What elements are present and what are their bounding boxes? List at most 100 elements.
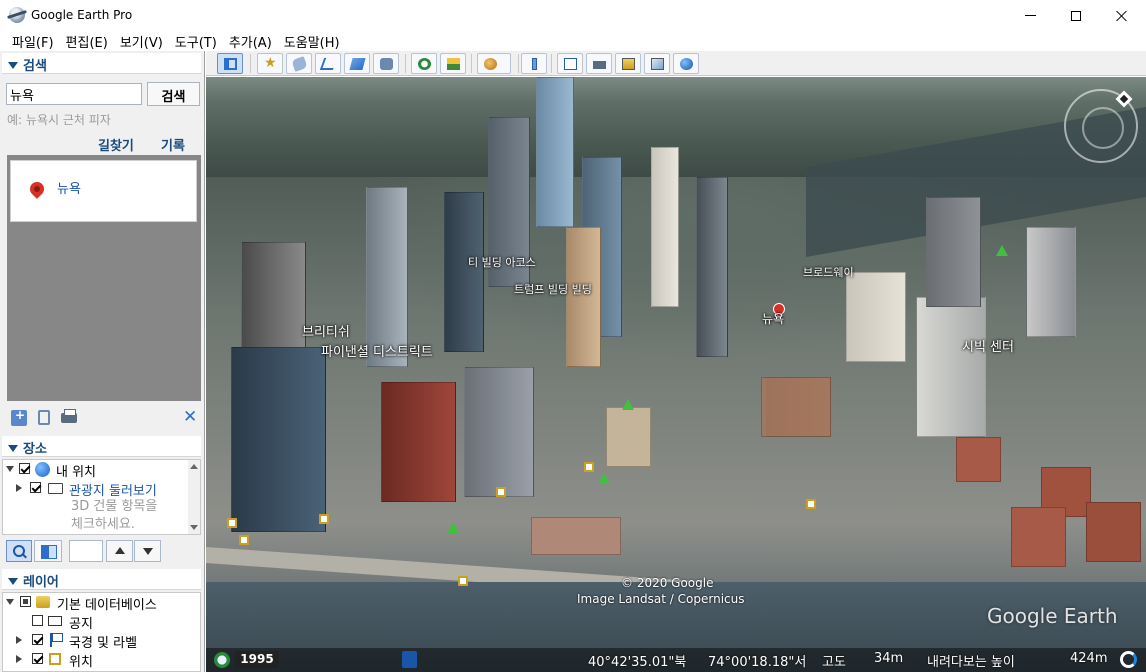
latitude-readout: 40°42'35.01"북: [588, 655, 687, 670]
maximize-button[interactable]: [1053, 0, 1099, 31]
menu-help[interactable]: 도움말(H): [278, 31, 346, 51]
expand-arrow-icon[interactable]: [16, 484, 22, 492]
menu-tools[interactable]: 도구(T): [169, 31, 223, 51]
poi-icon[interactable]: [806, 499, 816, 509]
add-image-overlay-button[interactable]: [344, 53, 370, 74]
search-places-button[interactable]: [6, 540, 32, 562]
park-icon[interactable]: [996, 245, 1008, 256]
places-scrollbar[interactable]: [188, 460, 200, 534]
building: [366, 187, 408, 367]
print-button[interactable]: [586, 53, 612, 74]
ruler-button[interactable]: [521, 53, 547, 74]
map-label[interactable]: 티 빌딩 아코스: [468, 254, 536, 270]
print-icon[interactable]: [61, 409, 77, 423]
map-label[interactable]: 브리티쉬: [302, 321, 350, 340]
park-icon[interactable]: [622, 399, 634, 410]
toggle-panel-button[interactable]: [34, 540, 62, 562]
map-3d-view[interactable]: 티 빌딩 아코스 트럼프 빌딩 빌딩 브리티쉬 파이낸셜 디스트릭트 시빅 센터…: [206, 77, 1146, 672]
search-button[interactable]: 검색: [147, 82, 200, 106]
places-toolbar: [2, 539, 201, 564]
add-to-places-icon[interactable]: [11, 408, 27, 426]
places-section-header[interactable]: 장소: [2, 436, 201, 457]
search-result-label[interactable]: 뉴욕: [57, 178, 81, 197]
notices-checkbox[interactable]: [32, 615, 43, 626]
save-image-button[interactable]: [615, 53, 641, 74]
placemark-label[interactable]: 뉴욕: [762, 310, 784, 327]
park-icon[interactable]: [598, 473, 610, 484]
sightseeing-note-line: 3D 건물 항목을: [71, 499, 158, 514]
save-image-icon: [622, 58, 635, 70]
building: [761, 377, 831, 437]
street-view-icon[interactable]: [402, 651, 417, 668]
tree-item-my-location[interactable]: 내 위치: [3, 461, 188, 480]
history-link[interactable]: 기록: [161, 135, 185, 154]
copyright-text: © 2020 Google: [621, 576, 714, 590]
borders-labels-checkbox[interactable]: [32, 634, 43, 645]
poi-icon[interactable]: [496, 487, 506, 497]
park-icon[interactable]: [447, 522, 459, 533]
expand-arrow-icon[interactable]: [6, 599, 14, 605]
minimize-button[interactable]: [1007, 0, 1053, 31]
close-window-button[interactable]: [1099, 0, 1145, 31]
layer-item-places[interactable]: 위치: [3, 651, 198, 670]
tree-item-label[interactable]: 관광지 둘러보기: [69, 480, 157, 499]
add-placemark-button[interactable]: ★: [257, 53, 283, 74]
tree-item-sightseeing[interactable]: 관광지 둘러보기: [3, 480, 188, 499]
historical-imagery-button[interactable]: [411, 53, 437, 74]
places-layer-checkbox[interactable]: [32, 653, 43, 664]
layer-item-primary-database[interactable]: 기본 데이터베이스: [3, 594, 198, 613]
places-filter-field[interactable]: [69, 540, 103, 562]
google-earth-watermark: Google Earth: [987, 604, 1118, 628]
menu-add[interactable]: 추가(A): [223, 31, 278, 51]
search-result-item[interactable]: 뉴욕: [10, 160, 197, 222]
add-path-button[interactable]: [315, 53, 341, 74]
email-button[interactable]: [557, 53, 583, 74]
sidebar-toggle-button[interactable]: [217, 53, 243, 74]
clear-results-icon[interactable]: ✕: [183, 407, 199, 427]
building: [1086, 502, 1141, 562]
directions-link[interactable]: 길찾기: [98, 135, 134, 154]
earth-view-button[interactable]: [673, 53, 699, 74]
move-up-button[interactable]: [106, 540, 133, 562]
map-label[interactable]: 파이낸셜 디스트릭트: [321, 341, 433, 360]
record-tour-icon: [380, 58, 393, 70]
elevation-label: 고도: [822, 655, 846, 670]
my-location-checkbox[interactable]: [19, 463, 30, 474]
poi-icon[interactable]: [458, 576, 468, 586]
toolbar-separator: [518, 54, 519, 73]
menu-file[interactable]: 파일(F): [6, 31, 60, 51]
expand-arrow-icon[interactable]: [16, 655, 22, 663]
menu-view[interactable]: 보기(V): [114, 31, 169, 51]
poi-icon[interactable]: [319, 514, 329, 524]
building: [926, 197, 981, 307]
poi-icon[interactable]: [584, 462, 594, 472]
map-label[interactable]: 트럼프 빌딩 빌딩: [514, 281, 592, 297]
primary-database-checkbox[interactable]: [20, 596, 31, 607]
folder-icon: [48, 483, 63, 494]
poi-icon[interactable]: [239, 535, 249, 545]
view-in-google-maps-button[interactable]: [644, 53, 670, 74]
imagery-year[interactable]: 1995: [235, 651, 279, 668]
add-polygon-button[interactable]: [286, 53, 312, 74]
map-label[interactable]: 시빅 센터: [962, 336, 1014, 355]
sunlight-button[interactable]: [440, 53, 466, 74]
search-section-header[interactable]: 검색: [2, 53, 201, 74]
expand-arrow-icon[interactable]: [6, 466, 14, 472]
menu-edit[interactable]: 편집(E): [60, 31, 114, 51]
layer-item-notices[interactable]: 공지: [3, 613, 198, 632]
record-tour-button[interactable]: [373, 53, 399, 74]
map-label[interactable]: 브로드웨이: [803, 264, 854, 280]
search-input[interactable]: [6, 83, 142, 105]
building: [651, 147, 679, 307]
move-down-button[interactable]: [134, 540, 161, 562]
layer-item-borders-labels[interactable]: 국경 및 라벨: [3, 632, 198, 651]
expand-arrow-icon[interactable]: [16, 636, 22, 644]
layer-item-label: 위치: [69, 655, 93, 670]
planets-button[interactable]: [477, 53, 511, 74]
main-toolbar: ★: [206, 51, 1146, 76]
copy-icon[interactable]: [38, 410, 50, 425]
sightseeing-checkbox[interactable]: [30, 482, 41, 493]
historical-clock-icon[interactable]: [214, 652, 230, 668]
poi-icon[interactable]: [227, 518, 237, 528]
layers-section-header[interactable]: 레이어: [2, 569, 201, 590]
